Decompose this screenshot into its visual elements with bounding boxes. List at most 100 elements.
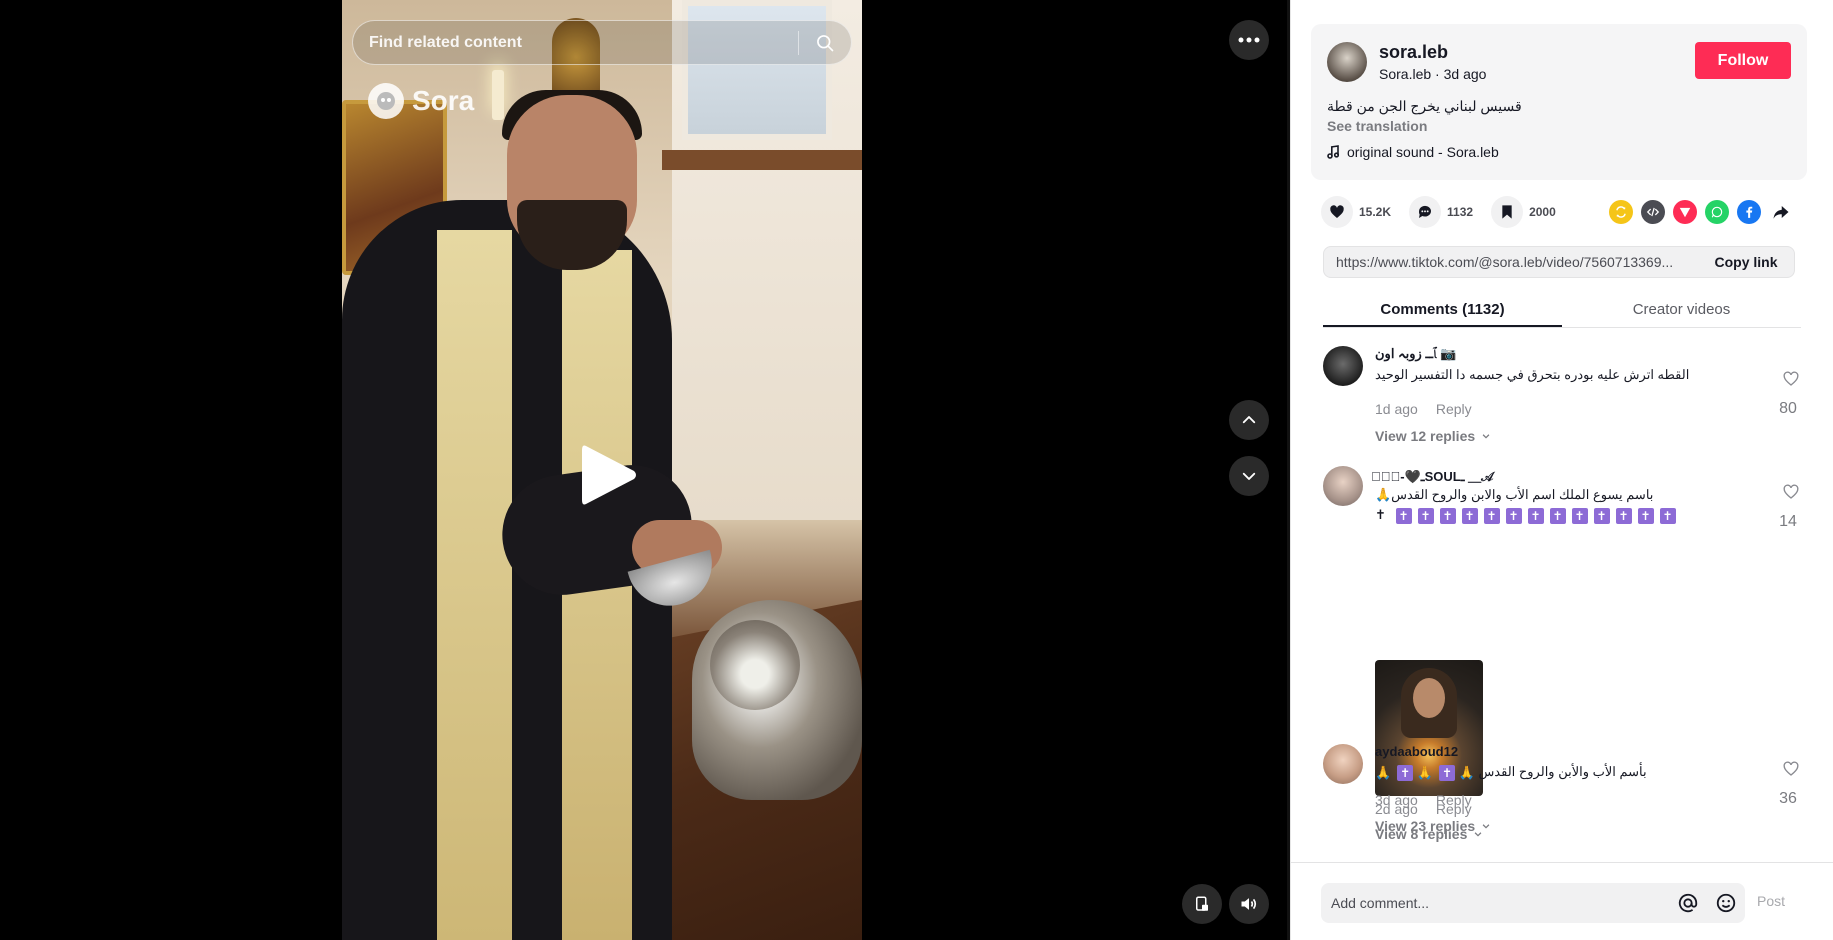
comment-text-line2: ✝ ✝ ✝ ✝ ✝ ✝ ✝ ✝ ✝ ✝ ✝ ✝ ✝ ✝ bbox=[1375, 507, 1676, 524]
video-link-url[interactable]: https://www.tiktok.com/@sora.leb/video/7… bbox=[1324, 254, 1698, 270]
cross-emoji: ✝ bbox=[1417, 507, 1434, 524]
video-frame bbox=[492, 70, 504, 120]
add-comment-input[interactable] bbox=[1321, 883, 1669, 923]
comment-time: 3d ago bbox=[1375, 792, 1418, 808]
copy-link-button[interactable]: Copy link bbox=[1698, 254, 1794, 270]
comment-time: 1d ago bbox=[1375, 401, 1418, 417]
tab-creator-videos[interactable]: Creator videos bbox=[1562, 292, 1801, 327]
like-button[interactable] bbox=[1321, 196, 1353, 228]
cross-emoji: ✝ bbox=[1397, 764, 1414, 781]
video-stage: Sora bbox=[0, 0, 1290, 940]
facebook-icon[interactable] bbox=[1737, 200, 1761, 224]
comment-avatar[interactable] bbox=[1323, 466, 1363, 506]
cross-emoji: ✝ bbox=[1615, 507, 1632, 524]
play-button[interactable] bbox=[578, 442, 638, 508]
search-input[interactable] bbox=[353, 21, 798, 64]
mention-button[interactable] bbox=[1669, 892, 1707, 914]
cross-emoji: ✝ bbox=[1439, 764, 1455, 781]
whatsapp-icon[interactable] bbox=[1705, 200, 1729, 224]
play-icon bbox=[582, 445, 636, 505]
cross-emoji: ✝ bbox=[1505, 507, 1522, 524]
comment-button[interactable] bbox=[1409, 196, 1442, 228]
comment-like-count: 36 bbox=[1779, 790, 1797, 807]
reply-button[interactable]: Reply bbox=[1436, 401, 1472, 417]
comment-username[interactable]: ͏𝚇𝚇꙰-🖤ـSOULـ ＿𝒜 bbox=[1371, 466, 1493, 485]
panel-tabs: Comments (1132) Creator videos bbox=[1323, 292, 1801, 328]
comment-username[interactable]: aydaaboud12 bbox=[1375, 744, 1458, 759]
comment-avatar[interactable] bbox=[1323, 346, 1363, 386]
floating-player-button[interactable] bbox=[1182, 884, 1222, 924]
video-frame bbox=[437, 230, 512, 940]
comment-stat: 1132 bbox=[1409, 196, 1473, 228]
search-icon bbox=[817, 34, 834, 51]
bookmark-icon bbox=[1502, 205, 1512, 219]
heart-outline-icon bbox=[1783, 371, 1799, 386]
volume-icon bbox=[1241, 898, 1257, 910]
comment-like-button[interactable] bbox=[1779, 760, 1803, 783]
comment-meta: 1d ago Reply bbox=[1375, 401, 1472, 417]
pray-emoji: 🙏 bbox=[1458, 764, 1475, 780]
chevron-down-icon bbox=[1242, 472, 1256, 480]
heart-icon bbox=[1330, 205, 1344, 218]
reply-button[interactable]: Reply bbox=[1436, 792, 1472, 808]
comment-username[interactable]: ﭑــ زوبہ اون 📷 bbox=[1375, 346, 1456, 362]
view-replies-button[interactable]: View 12 replies bbox=[1375, 428, 1491, 444]
video-frame bbox=[710, 620, 800, 710]
save-count: 2000 bbox=[1529, 205, 1556, 219]
original-sound-link[interactable]: original sound - Sora.leb bbox=[1327, 144, 1499, 160]
pray-emoji: 🙏 bbox=[1416, 764, 1433, 780]
music-note-icon bbox=[1327, 145, 1339, 159]
emoji-icon bbox=[1716, 893, 1736, 913]
embed-icon[interactable] bbox=[1641, 200, 1665, 224]
repost-icon[interactable] bbox=[1609, 200, 1633, 224]
comment-text: باسم يسوع الملك اسم الأب والابن والروح ا… bbox=[1375, 487, 1654, 502]
cross-emoji: ✝ bbox=[1593, 507, 1610, 524]
volume-button[interactable] bbox=[1229, 884, 1269, 924]
follow-button[interactable]: Follow bbox=[1695, 42, 1791, 79]
app-root: Sora sora.leb Sora.leb · bbox=[0, 0, 1833, 940]
comment-meta: 3d ago Reply bbox=[1375, 792, 1472, 808]
tab-comments[interactable]: Comments (1132) bbox=[1323, 292, 1562, 327]
next-video-button[interactable] bbox=[1229, 456, 1269, 496]
add-comment-box bbox=[1321, 883, 1745, 923]
add-comment-bar: Post bbox=[1291, 862, 1833, 940]
engagement-stats: 15.2K 1132 2000 bbox=[1321, 196, 1574, 228]
post-comment-button[interactable]: Post bbox=[1757, 893, 1785, 909]
author-meta: Sora.leb · 3d ago bbox=[1379, 66, 1486, 82]
video-frame bbox=[662, 150, 862, 170]
post-time: 3d ago bbox=[1443, 66, 1487, 82]
at-icon bbox=[1678, 893, 1698, 913]
cross-emoji: ✝ bbox=[1461, 507, 1478, 524]
comment-like-button[interactable] bbox=[1779, 483, 1803, 506]
save-stat: 2000 bbox=[1491, 196, 1556, 228]
see-translation-link[interactable]: See translation bbox=[1327, 118, 1427, 134]
heart-outline-icon bbox=[1783, 484, 1799, 499]
comment-avatar[interactable] bbox=[1323, 744, 1363, 784]
save-button[interactable] bbox=[1491, 196, 1524, 228]
cross-emoji: ✝ bbox=[1659, 507, 1676, 524]
meta-separator: · bbox=[1435, 66, 1444, 82]
comment-text: القطه اترش عليه بودره بتحرق في جسمه دا ا… bbox=[1375, 367, 1690, 382]
more-options-button[interactable] bbox=[1229, 20, 1269, 60]
cross-emoji: ✝ bbox=[1637, 507, 1654, 524]
comment-text: بأسم الأب والأبن والروح القدس bbox=[1478, 764, 1647, 779]
video-link-box: https://www.tiktok.com/@sora.leb/video/7… bbox=[1323, 246, 1795, 278]
view-replies-button[interactable]: View 23 replies bbox=[1375, 818, 1491, 834]
post-info-card: sora.leb Sora.leb · 3d ago Follow قسيس ل… bbox=[1311, 24, 1807, 180]
post-caption: قسيس لبناني يخرج الجن من قطة bbox=[1327, 98, 1522, 114]
comment-image-content bbox=[1413, 678, 1445, 718]
author-display-name[interactable]: Sora.leb bbox=[1379, 66, 1431, 82]
chevron-up-icon bbox=[1242, 416, 1256, 424]
video-frame bbox=[562, 250, 632, 940]
chevron-down-icon bbox=[1482, 824, 1490, 829]
previous-video-button[interactable] bbox=[1229, 400, 1269, 440]
author-username[interactable]: sora.leb bbox=[1379, 42, 1448, 63]
comment-text-row: 🙏 ✝ 🙏 ✝ 🙏 بأسم الأب والأبن والروح القدس bbox=[1375, 764, 1647, 781]
watermark-text: Sora bbox=[412, 85, 475, 116]
emoji-button[interactable] bbox=[1707, 892, 1745, 914]
author-avatar[interactable] bbox=[1327, 42, 1367, 82]
send-icon[interactable] bbox=[1673, 200, 1697, 224]
search-button[interactable] bbox=[799, 21, 851, 64]
share-arrow-icon[interactable] bbox=[1769, 200, 1793, 224]
comment-like-button[interactable] bbox=[1779, 370, 1803, 393]
